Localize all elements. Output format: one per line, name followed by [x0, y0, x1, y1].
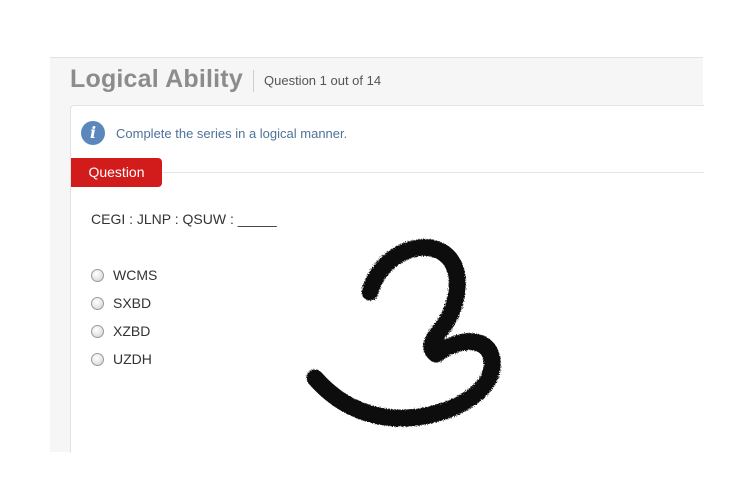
- page-title: Logical Ability: [70, 65, 243, 93]
- radio-button[interactable]: [91, 269, 104, 282]
- option-label[interactable]: WCMS: [113, 267, 157, 283]
- radio-button[interactable]: [91, 297, 104, 310]
- card-divider: [71, 172, 704, 173]
- quiz-panel: Logical Ability Question 1 out of 14 i C…: [50, 57, 704, 453]
- page-header: Logical Ability Question 1 out of 14: [50, 58, 703, 104]
- question-counter: Question 1 out of 14: [264, 73, 382, 88]
- radio-button[interactable]: [91, 325, 104, 338]
- option-label[interactable]: UZDH: [113, 351, 152, 367]
- question-tab[interactable]: Question: [71, 158, 162, 187]
- question-card: i Complete the series in a logical manne…: [70, 105, 704, 453]
- radio-button[interactable]: [91, 353, 104, 366]
- info-icon: i: [81, 121, 105, 145]
- option-label[interactable]: SXBD: [113, 295, 151, 311]
- question-text: CEGI : JLNP : QSUW : _____: [91, 211, 277, 227]
- header-divider: [253, 70, 254, 92]
- instruction-text: Complete the series in a logical manner.: [116, 126, 348, 141]
- option-label[interactable]: XZBD: [113, 323, 150, 339]
